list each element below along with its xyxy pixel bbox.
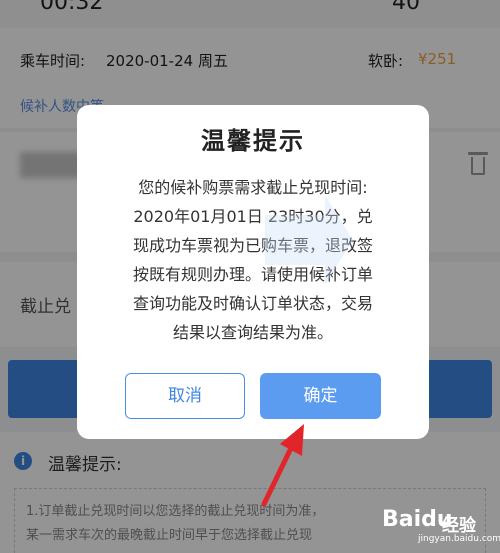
confirm-dialog: 温馨提示 您的候补购票需求截止兑现时间: 2020年01月01日 23时30分，… [77,105,429,439]
dialog-message-line: 查询功能及时确认订单状态，交易 [132,294,373,313]
dialog-title: 温馨提示 [201,127,305,155]
dialog-message-line: 结果以查询结果为准。 [172,323,333,342]
faint-arrow-decoration [265,195,353,285]
baidu-watermark: Baidu 经验 jingyan.baidu.com [382,504,500,544]
watermark-url: jingyan.baidu.com [418,534,500,544]
dialog-message: 您的候补购票需求截止兑现时间: 2020年01月01日 23时30分，兑 现成功… [101,173,405,347]
dialog-message-line: 现成功车票视为已购车票，退改签 [132,236,373,255]
dialog-message-line: 您的候补购票需求截止兑现时间: [138,178,368,197]
dialog-message-line: 2020年01月01日 23时30分，兑 [133,207,373,226]
red-arrow-annotation [261,424,304,507]
confirm-button[interactable]: 确定 [260,373,381,419]
watermark-brand-cn: 经验 [442,516,476,536]
dialog-message-line: 按既有规则办理。请使用候补订单 [132,265,373,284]
cancel-button[interactable]: 取消 [125,373,245,419]
